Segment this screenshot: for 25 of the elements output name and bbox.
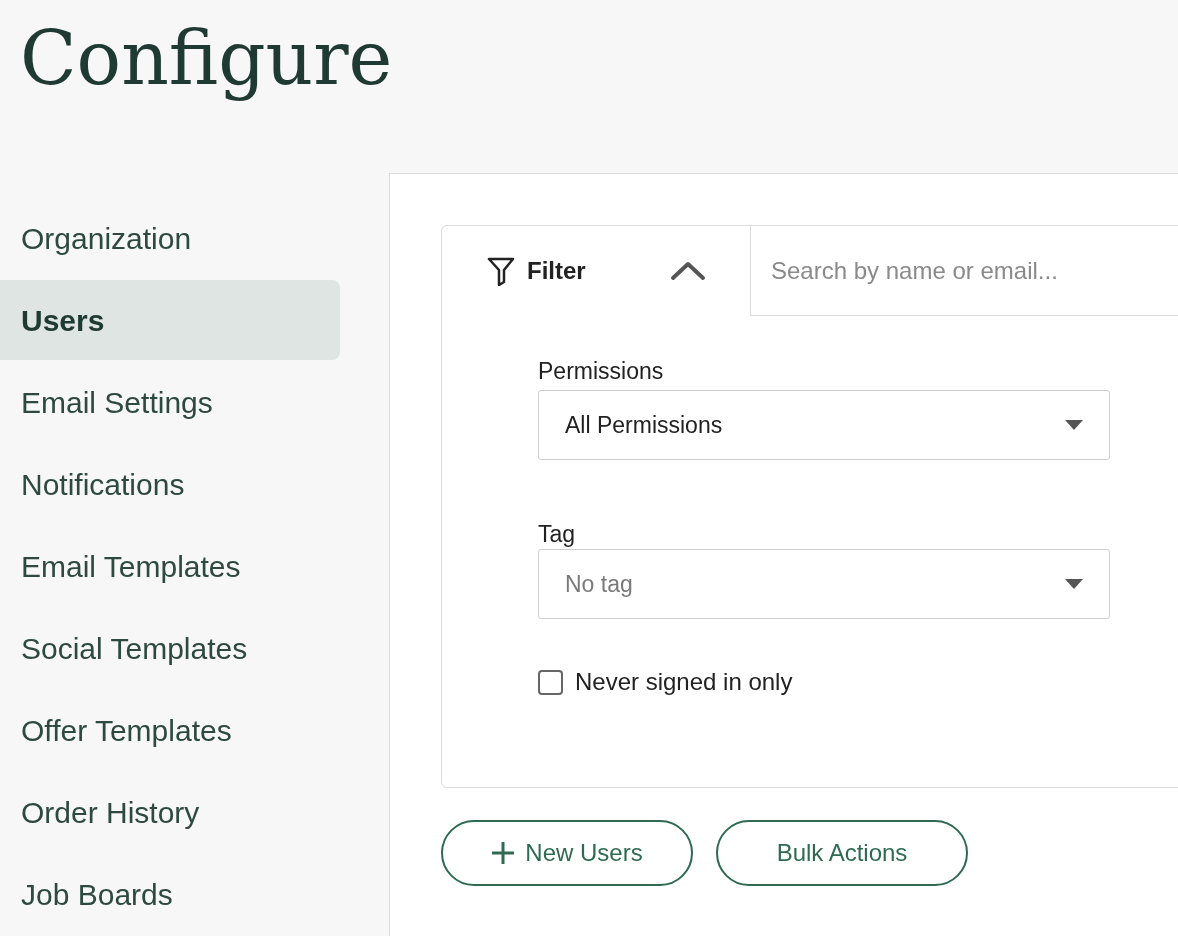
sidebar-item[interactable]: Offer Templates bbox=[0, 690, 340, 770]
field-label: Tag bbox=[538, 520, 576, 549]
sidebar-item[interactable]: Email Templates bbox=[0, 526, 340, 606]
filter-toggle[interactable]: Filter bbox=[442, 226, 750, 316]
chevron-icon bbox=[670, 261, 706, 281]
sidebar-item[interactable]: Email Settings bbox=[0, 362, 340, 442]
sidebar-item[interactable]: Order History bbox=[0, 772, 340, 852]
caret-icon bbox=[1065, 420, 1083, 430]
field-label: Permissions bbox=[538, 357, 665, 386]
search-field[interactable]: Search by name or email... bbox=[750, 226, 1178, 316]
permissions-dropdown[interactable]: All Permissions bbox=[538, 390, 1110, 460]
sidebar-item[interactable]: Social Templates bbox=[0, 608, 340, 688]
sidebar-item[interactable]: Job Boards bbox=[0, 854, 340, 934]
checkbox-label: Never signed in only bbox=[575, 667, 793, 697]
sidebar-item[interactable]: Notifications bbox=[0, 444, 340, 524]
page-title: Configure bbox=[20, 14, 393, 103]
bulk-actions-button[interactable]: Bulk Actions bbox=[716, 820, 968, 886]
sidebar-item[interactable]: Users bbox=[0, 280, 340, 360]
filter-icon bbox=[487, 256, 515, 286]
new-users-button[interactable]: New Users bbox=[441, 820, 693, 886]
checkbox[interactable] bbox=[538, 669, 563, 695]
caret-icon bbox=[1065, 579, 1083, 589]
sidebar-item[interactable]: Organization bbox=[0, 198, 340, 278]
tag-dropdown[interactable]: No tag bbox=[538, 549, 1110, 619]
plus-icon bbox=[491, 841, 516, 865]
